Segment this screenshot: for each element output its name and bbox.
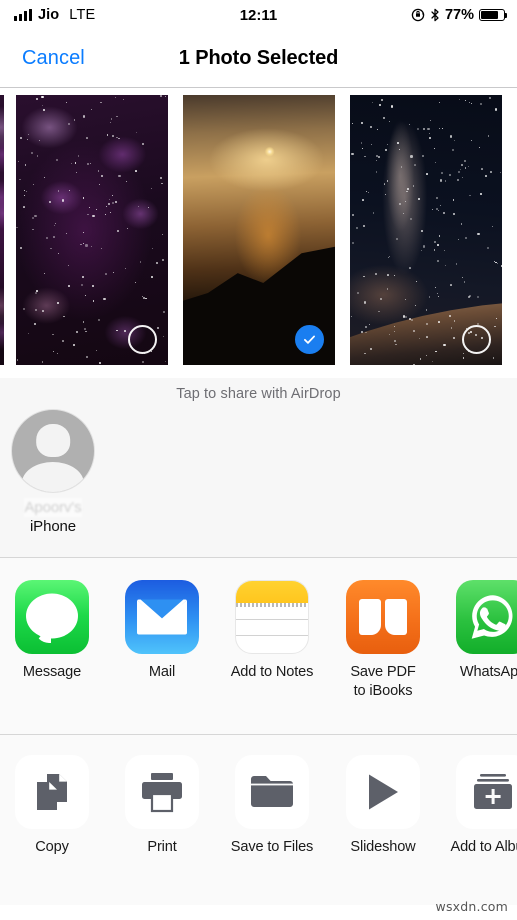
status-bar: Jio LTE 12:11 77%: [0, 0, 517, 30]
play-icon: [346, 755, 420, 829]
photo-thumbnail[interactable]: [350, 95, 502, 365]
photo-thumbnail[interactable]: [183, 95, 335, 365]
action-copy[interactable]: Copy: [0, 755, 105, 855]
carrier-label: Jio: [38, 7, 60, 23]
share-target-label: Save PDF to iBooks: [350, 664, 416, 699]
add-to-album-icon: [456, 755, 517, 829]
whatsapp-app-icon: [456, 580, 517, 654]
share-target-mail[interactable]: Mail: [109, 580, 215, 682]
mail-app-icon: [125, 580, 199, 654]
airdrop-section: Tap to share with AirDrop Apoorv's iPhon…: [0, 378, 517, 558]
watermark-label: wsxdn.com: [435, 899, 508, 914]
airdrop-contact[interactable]: Apoorv's iPhone: [10, 409, 96, 536]
share-target-label: Message: [22, 664, 82, 680]
navigation-bar: Cancel 1 Photo Selected: [0, 30, 517, 88]
photo-select-toggle[interactable]: [128, 325, 157, 354]
cancel-button[interactable]: Cancel: [22, 47, 85, 70]
action-label: Print: [147, 839, 177, 855]
photo-thumbnail-partial[interactable]: [0, 95, 4, 365]
share-target-label: Add to Notes: [230, 664, 314, 680]
signal-bars-icon: [14, 9, 32, 21]
checkmark-icon: [304, 335, 315, 344]
printer-icon: [125, 755, 199, 829]
network-type-label: LTE: [69, 7, 96, 23]
action-save-to-files[interactable]: Save to Files: [219, 755, 325, 855]
share-target-notes[interactable]: Add to Notes: [219, 580, 325, 682]
action-label: Copy: [35, 839, 69, 855]
action-label: Save to Files: [230, 839, 314, 855]
airdrop-contact-name: Apoorv's iPhone: [24, 498, 82, 536]
status-bar-left: Jio LTE: [14, 7, 95, 23]
action-label: Slideshow: [350, 839, 416, 855]
battery-percent-label: 77%: [444, 7, 474, 23]
share-target-message[interactable]: Message: [0, 580, 105, 682]
folder-icon: [235, 755, 309, 829]
action-label: Add to Album: [450, 839, 517, 855]
action-print[interactable]: Print: [109, 755, 215, 855]
photo-thumbnail-strip[interactable]: [0, 88, 517, 378]
action-add-to-album[interactable]: Add to Album: [440, 755, 517, 855]
photo-thumbnail[interactable]: [16, 95, 168, 365]
share-target-label: Mail: [148, 664, 176, 680]
photo-select-toggle[interactable]: [462, 325, 491, 354]
airdrop-hint-label: Tap to share with AirDrop: [176, 386, 341, 402]
share-action-row[interactable]: Copy Print Save to Files Slideshow Add t…: [0, 735, 517, 905]
photo-select-toggle-selected[interactable]: [295, 325, 324, 354]
airdrop-contact-name-line1: Apoorv's: [24, 498, 82, 517]
share-target-ibooks[interactable]: Save PDF to iBooks: [330, 580, 436, 701]
status-bar-right: 77%: [411, 7, 508, 23]
copy-icon: [15, 755, 89, 829]
person-placeholder-icon: [11, 409, 95, 493]
airdrop-contact-name-line2: iPhone: [29, 518, 77, 535]
battery-icon: [479, 9, 508, 21]
share-target-label: WhatsApp: [459, 664, 517, 680]
share-target-whatsapp[interactable]: WhatsApp: [440, 580, 517, 682]
notes-app-icon: [235, 580, 309, 654]
share-app-row[interactable]: Message Mail Add to Notes Save PDF to iB…: [0, 558, 517, 735]
action-slideshow[interactable]: Slideshow: [330, 755, 436, 855]
rotation-lock-icon: [411, 8, 425, 22]
bluetooth-icon: [431, 8, 439, 22]
messages-app-icon: [15, 580, 89, 654]
ibooks-app-icon: [346, 580, 420, 654]
